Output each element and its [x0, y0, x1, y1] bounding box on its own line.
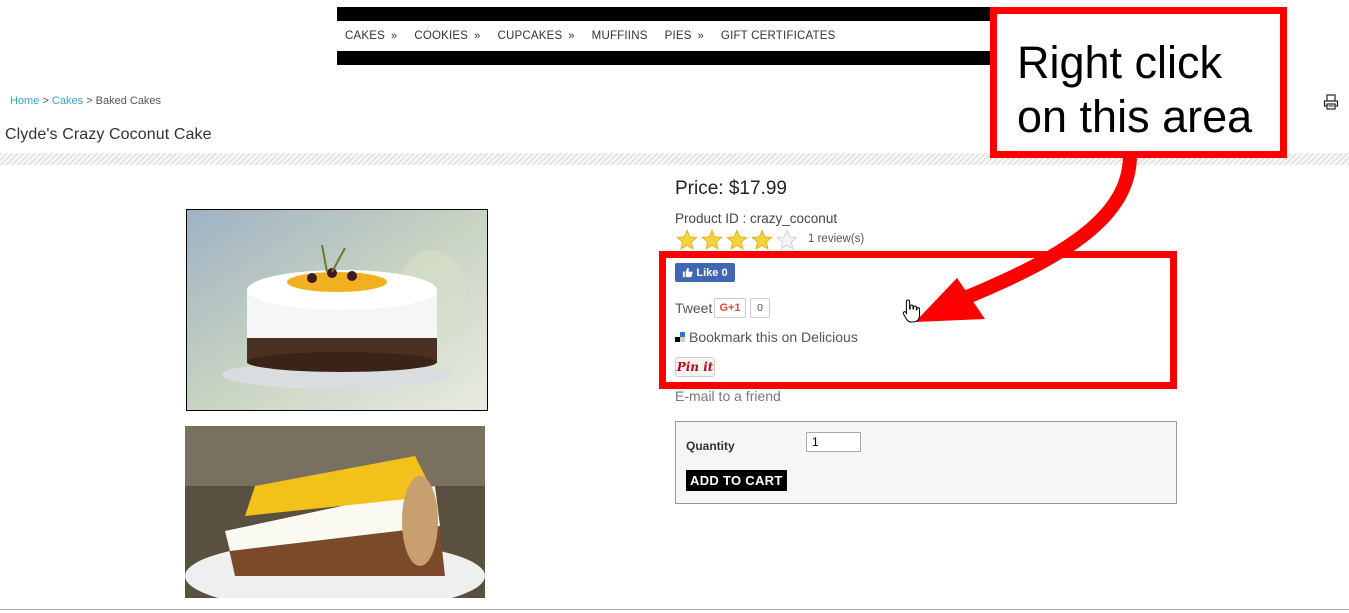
page-title: Clyde's Crazy Coconut Cake	[5, 126, 212, 143]
star-filled-icon[interactable]	[701, 229, 723, 251]
nav-item-cakes[interactable]: CAKES»	[345, 30, 397, 42]
annotation-callout: Right click on this area	[990, 7, 1287, 158]
breadcrumb-current: Baked Cakes	[95, 95, 162, 107]
nav-item-muffins[interactable]: MUFFIINS	[592, 30, 648, 42]
chevron-icon: »	[474, 30, 481, 42]
quantity-input[interactable]	[806, 432, 861, 452]
rating-stars[interactable]	[676, 229, 801, 251]
hand-cursor-icon	[902, 299, 920, 323]
add-to-cart-form: Quantity ADD TO CART	[675, 421, 1177, 504]
product-price: Price: $17.99	[675, 178, 787, 199]
nav-item-cupcakes[interactable]: CUPCAKES»	[497, 30, 574, 42]
nav-item-gift-certificates[interactable]: GIFT CERTIFICATES	[721, 30, 836, 42]
chevron-icon: »	[391, 30, 398, 42]
star-filled-icon[interactable]	[751, 229, 773, 251]
annotation-line-2: on this area	[1017, 91, 1253, 142]
chevron-icon: »	[697, 30, 704, 42]
product-image-secondary[interactable]	[185, 426, 485, 598]
nav-item-cookies[interactable]: COOKIES»	[414, 30, 480, 42]
quantity-label: Quantity	[686, 439, 735, 453]
breadcrumb-cakes-link[interactable]: Cakes	[52, 95, 83, 107]
add-to-cart-button[interactable]: ADD TO CART	[686, 470, 787, 491]
star-filled-icon[interactable]	[726, 229, 748, 251]
nav-menu: CAKES» COOKIES» CUPCAKES» MUFFIINS PIES»…	[337, 21, 853, 51]
email-friend-link[interactable]: E-mail to a friend	[675, 388, 781, 404]
print-icon[interactable]	[1323, 94, 1339, 110]
product-id: Product ID : crazy_coconut	[675, 211, 838, 226]
breadcrumb: Home > Cakes > Baked Cakes	[10, 95, 162, 107]
star-empty-icon[interactable]	[776, 229, 798, 251]
bottom-divider	[0, 609, 1349, 610]
product-image-main[interactable]	[186, 209, 488, 411]
review-count-link[interactable]: 1 review(s)	[808, 233, 864, 245]
chevron-icon: »	[568, 30, 575, 42]
breadcrumb-home-link[interactable]: Home	[10, 95, 39, 107]
nav-item-pies[interactable]: PIES»	[665, 30, 704, 42]
star-filled-icon[interactable]	[676, 229, 698, 251]
annotation-line-1: Right click	[1017, 37, 1223, 88]
